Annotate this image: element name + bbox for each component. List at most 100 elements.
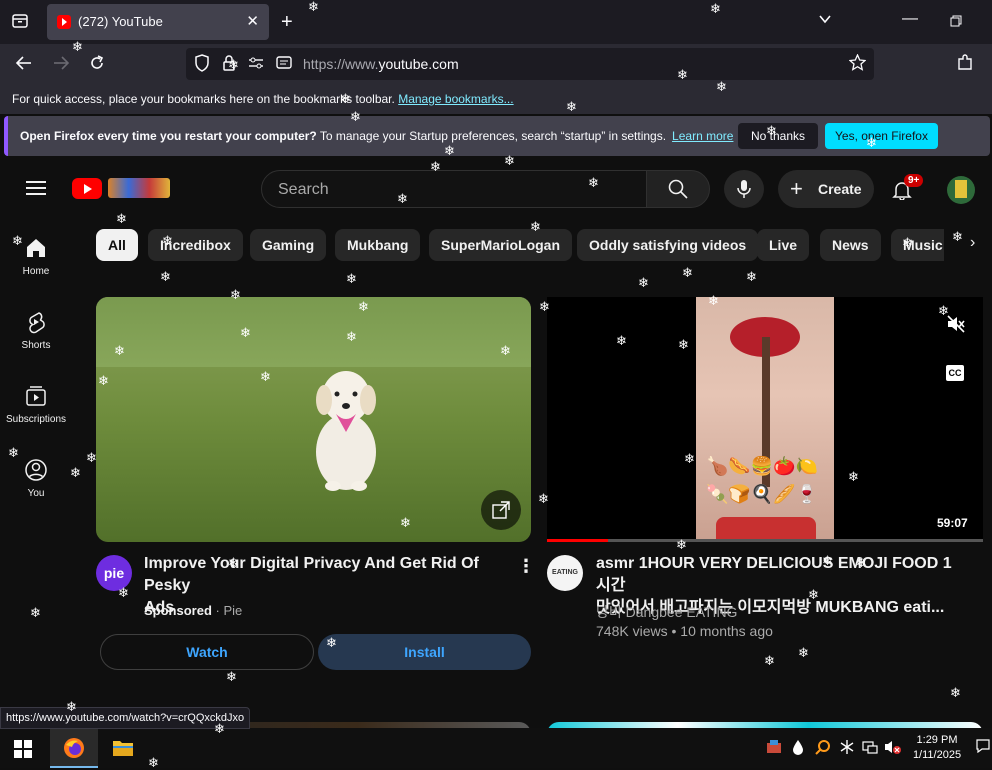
mukbang-video-frame: 🍗🌭🍔🍅🍋🍡🍞🍳🥖🍷: [696, 297, 834, 542]
tab-title: (272) YouTube: [78, 14, 163, 29]
video-thumbnail-playing[interactable]: 🍗🌭🍔🍅🍋🍡🍞🍳🥖🍷 CC 59:07: [547, 297, 983, 542]
microphone-icon: [737, 180, 751, 198]
voice-search-button[interactable]: [724, 170, 764, 208]
youtube-doodle-logo[interactable]: [108, 178, 170, 198]
sidebar-item-shorts[interactable]: Shorts: [0, 310, 72, 351]
video-title-line: asmr 1HOUR VERY DELICIOUS EMOJI FOOD 1시간: [596, 555, 952, 594]
emoji-food-row: 🍗🌭🍔🍅🍋🍡🍞🍳🥖🍷: [706, 456, 819, 504]
create-label: Create: [818, 181, 862, 197]
channel-avatar-pie[interactable]: pie: [96, 555, 132, 591]
more-options-icon[interactable]: ⋮: [517, 556, 535, 577]
notification-count-badge: 9+: [904, 174, 924, 187]
search-icon: [668, 179, 688, 199]
notifications-button[interactable]: 9+: [890, 174, 924, 204]
youtube-logo[interactable]: [72, 178, 102, 199]
video-progress-bar[interactable]: [547, 539, 983, 542]
forward-arrow-icon[interactable]: [52, 54, 70, 77]
tray-app-icon[interactable]: [766, 739, 782, 758]
account-avatar[interactable]: [947, 176, 975, 204]
watch-button[interactable]: Watch: [100, 634, 314, 670]
puppy-image: [316, 371, 376, 491]
clock-date: 1/11/2025: [912, 749, 962, 761]
sidebar-item-home[interactable]: Home: [0, 236, 72, 277]
new-tab-icon[interactable]: +: [281, 11, 293, 34]
tray-droplet-icon[interactable]: [792, 739, 804, 758]
chip-incredibox[interactable]: Incredibox: [148, 229, 243, 261]
sidebar-item-label: Home: [22, 266, 50, 277]
search-box: [261, 170, 647, 208]
channel-name[interactable]: 당비 Dangbee EATING: [596, 602, 737, 622]
reader-view-icon[interactable]: [276, 54, 292, 77]
closed-captions-button[interactable]: CC: [946, 365, 964, 381]
address-bar[interactable]: https://www.youtube.com: [186, 48, 874, 80]
sidebar-item-subscriptions[interactable]: Subscriptions: [0, 384, 72, 425]
ad-thumbnail[interactable]: [96, 297, 531, 542]
close-tab-icon[interactable]: ✕: [246, 12, 259, 30]
subscriptions-icon: [26, 386, 46, 406]
search-button[interactable]: [646, 170, 710, 208]
tray-snowflake-icon[interactable]: [839, 739, 855, 758]
channel-avatar-dangbee[interactable]: EATING: [547, 555, 583, 591]
video-progress-fill: [547, 539, 609, 542]
channel-name[interactable]: Pie: [223, 603, 242, 618]
sidebar-item-label: Subscriptions: [5, 414, 67, 425]
no-thanks-button[interactable]: No thanks: [738, 123, 818, 149]
search-input[interactable]: [278, 179, 628, 201]
menu-hamburger-icon[interactable]: [26, 181, 46, 195]
chip-music[interactable]: Music: [891, 229, 944, 261]
view-count: 748K views: [596, 623, 668, 639]
sidebar-item-you[interactable]: You: [0, 458, 72, 499]
chip-supermariologan[interactable]: SuperMarioLogan: [429, 229, 573, 261]
create-button[interactable]: + Create: [778, 170, 874, 208]
windows-taskbar: 1:29 PM 1/11/2025: [0, 728, 992, 768]
open-firefox-button[interactable]: Yes, open Firefox: [825, 123, 938, 149]
reload-icon[interactable]: [88, 54, 106, 77]
learn-more-link[interactable]: Learn more: [672, 129, 733, 143]
chip-live[interactable]: Live: [757, 229, 810, 261]
chip-all[interactable]: All: [96, 229, 138, 261]
taskbar-firefox-icon[interactable]: [50, 728, 98, 768]
restore-window-icon[interactable]: [950, 14, 962, 32]
browser-tab-bar: (272) YouTube ✕ + —: [0, 0, 992, 44]
volume-muted-icon[interactable]: [884, 739, 902, 758]
taskbar-file-explorer-icon[interactable]: [99, 728, 147, 768]
manage-bookmarks-link[interactable]: Manage bookmarks...: [398, 92, 513, 106]
chip-oddly-satisfying-videos[interactable]: Oddly satisfying videos: [577, 229, 759, 261]
sponsored-label: Sponsored: [144, 603, 212, 618]
windows-start-icon[interactable]: [14, 740, 32, 758]
chip-gaming[interactable]: Gaming: [250, 229, 327, 261]
open-external-link-icon[interactable]: [481, 490, 521, 530]
firefox-view-icon[interactable]: [12, 13, 28, 34]
bookmarks-message-text: For quick access, place your bookmarks h…: [12, 92, 395, 106]
permissions-icon[interactable]: [248, 54, 264, 77]
network-icon[interactable]: [862, 739, 878, 758]
chip-mukbang[interactable]: Mukbang: [335, 229, 421, 261]
video-duration: 59:07: [937, 516, 968, 530]
list-tabs-chevron-down-icon[interactable]: [818, 12, 832, 31]
upload-age: 10 months ago: [680, 623, 773, 639]
tray-search-icon[interactable]: [815, 739, 831, 758]
chips-next-chevron-icon[interactable]: ›: [970, 234, 975, 252]
browser-tab-youtube[interactable]: (272) YouTube ✕: [47, 4, 269, 40]
startup-notification-bar: Open Firefox every time you restart your…: [4, 116, 990, 156]
action-center-icon[interactable]: [976, 739, 990, 756]
bookmark-star-icon[interactable]: [848, 53, 867, 76]
video-stats: 748K views • 10 months ago: [596, 623, 773, 639]
plus-icon: +: [790, 176, 803, 201]
notification-message: Open Firefox every time you restart your…: [20, 129, 733, 143]
install-button[interactable]: Install: [318, 634, 531, 670]
minimize-window-icon[interactable]: —: [902, 10, 918, 28]
tracking-protection-shield-icon[interactable]: [194, 54, 210, 77]
back-arrow-icon[interactable]: [15, 54, 33, 77]
you-icon: [25, 459, 47, 481]
notification-text: To manage your Startup preferences, sear…: [319, 129, 667, 143]
ad-meta: Sponsored · Pie: [144, 603, 243, 618]
lock-icon[interactable]: [222, 54, 236, 77]
chip-news[interactable]: News: [820, 229, 881, 261]
taskbar-clock[interactable]: 1:29 PM 1/11/2025: [906, 733, 968, 763]
bookmarks-toolbar: For quick access, place your bookmarks h…: [0, 84, 992, 114]
url-text: https://www.youtube.com: [303, 56, 459, 72]
clock-time: 1:29 PM: [916, 734, 958, 746]
muted-speaker-icon[interactable]: [947, 315, 965, 333]
extensions-puzzle-icon[interactable]: [956, 54, 974, 77]
